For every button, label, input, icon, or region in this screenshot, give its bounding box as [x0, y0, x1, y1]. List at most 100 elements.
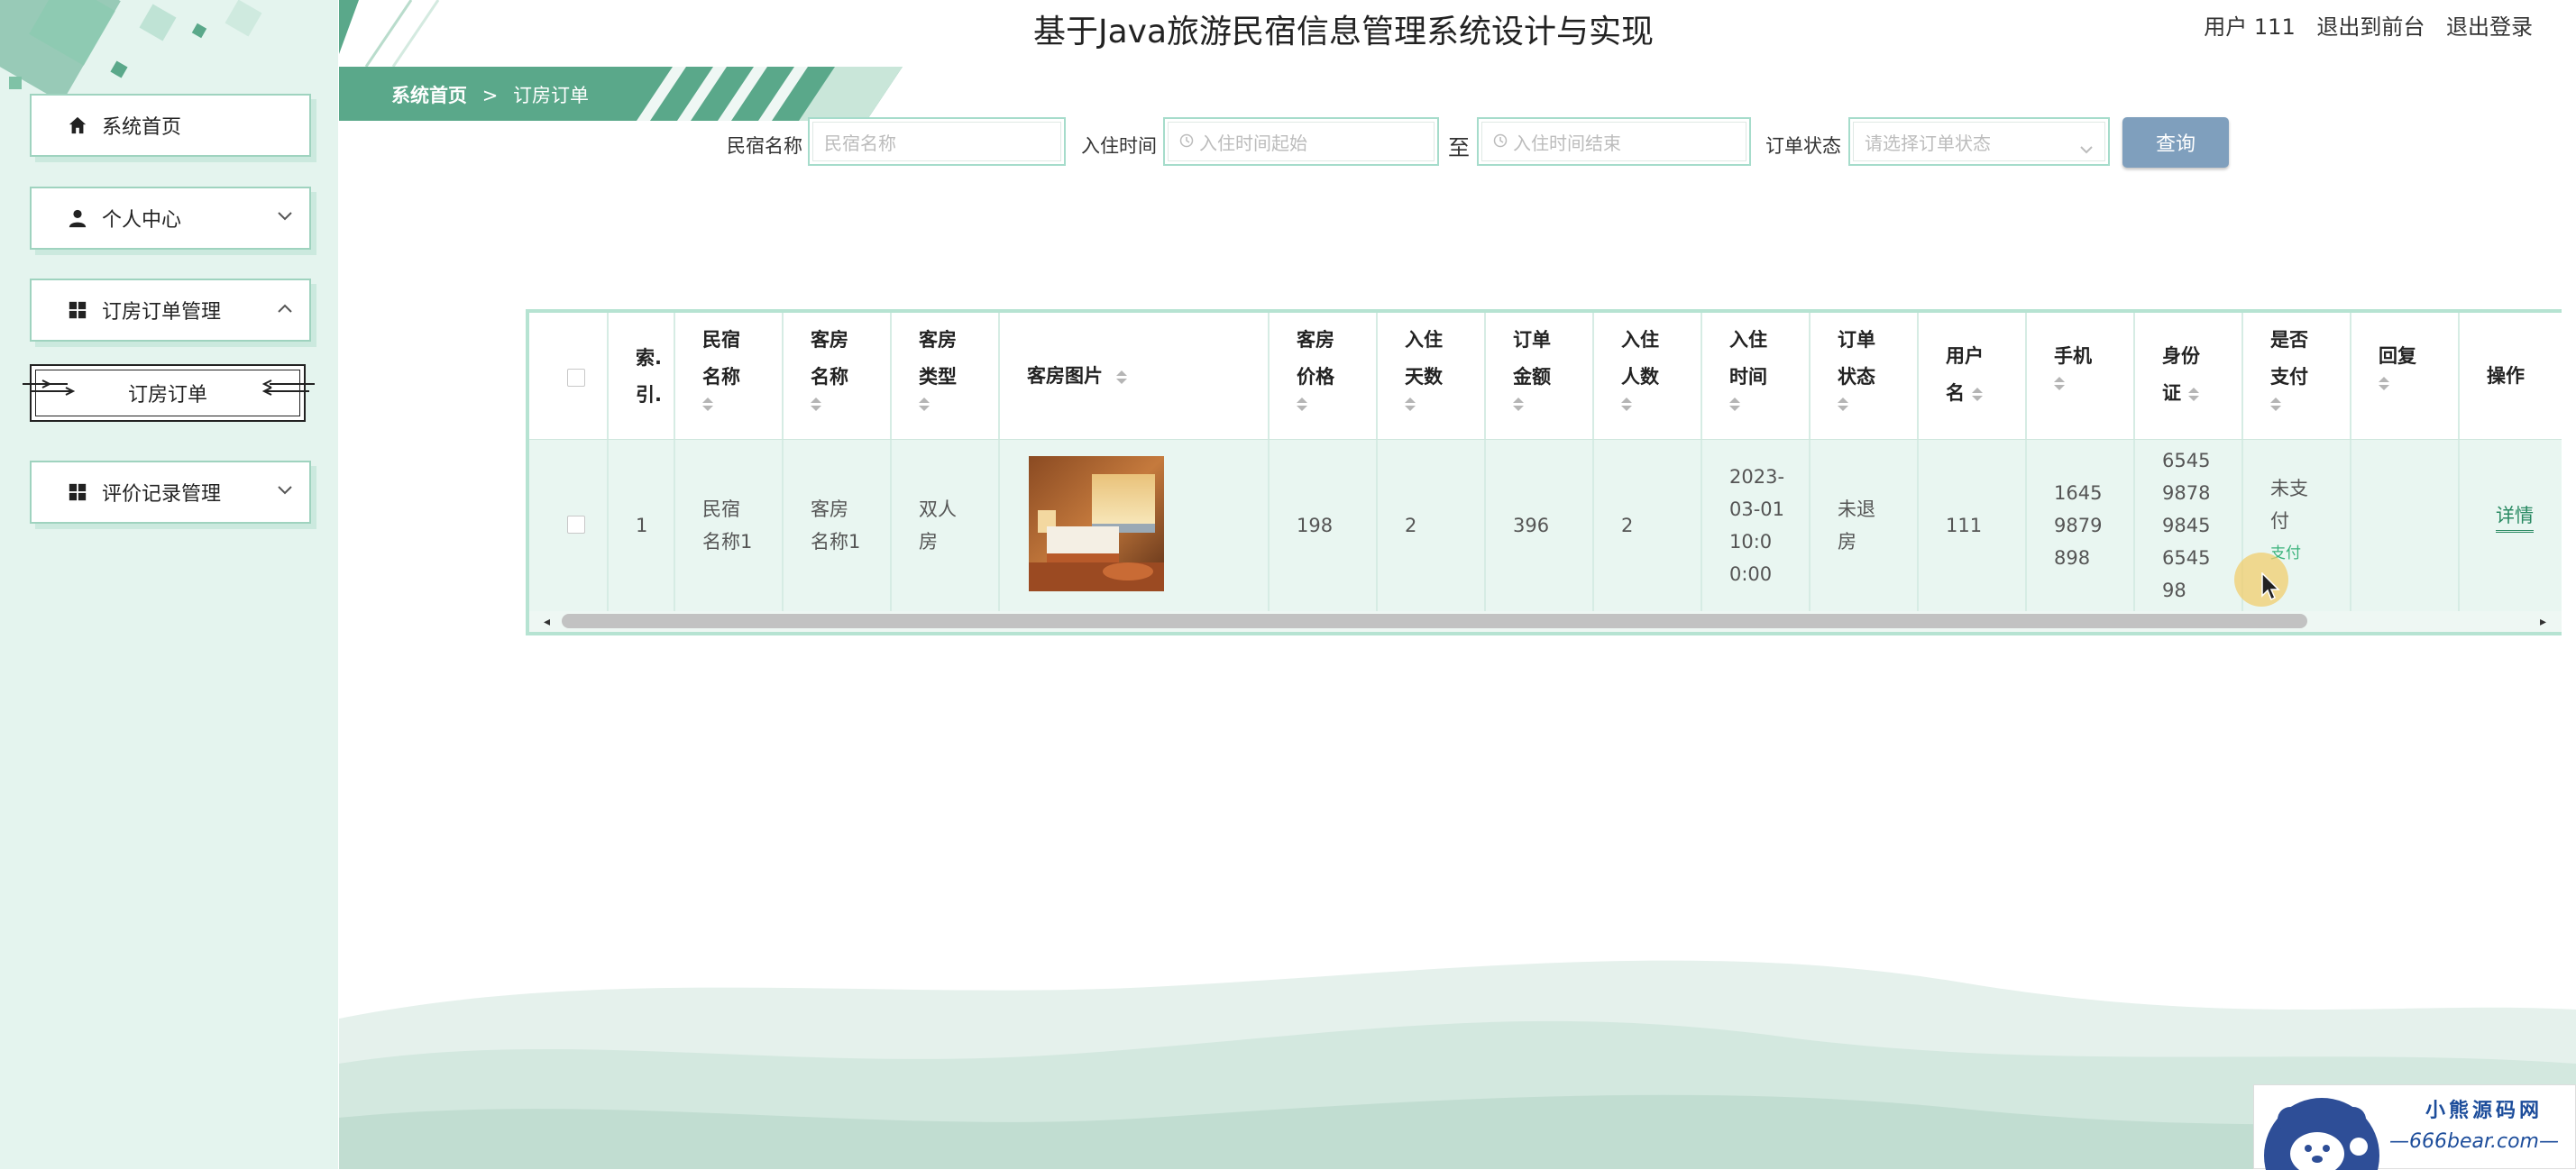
sidebar: 系统首页 个人中心 订房订单管理 订房订单 评价记录管理: [0, 0, 338, 1169]
row-checkbox[interactable]: [567, 516, 585, 534]
clock-icon: [1179, 131, 1194, 152]
header-stripes: [339, 0, 440, 67]
arrow-right-icon: [23, 379, 76, 404]
homestay-name-label: 民宿名称: [727, 135, 802, 157]
sidebar-item-label: 订房订单管理: [102, 301, 222, 324]
header-phone[interactable]: 手机: [2027, 313, 2135, 439]
cell-action: 详情: [2460, 440, 2562, 611]
checkin-start-placeholder: 入住时间起始: [1199, 132, 1307, 154]
header-order-status[interactable]: 订单 状态: [1811, 313, 1919, 439]
logout-link[interactable]: 退出登录: [2446, 14, 2533, 40]
row-checkbox-col: [529, 440, 609, 611]
sort-icon[interactable]: [2188, 388, 2199, 402]
sort-icon[interactable]: [2379, 377, 2389, 391]
homestay-name-input[interactable]: 民宿名称: [808, 117, 1066, 166]
header-persons[interactable]: 入住 人数: [1594, 313, 1702, 439]
select-all-checkbox[interactable]: [567, 369, 585, 387]
cell-room-type: 双人 房: [892, 440, 1000, 611]
chevron-up-icon: [277, 297, 293, 318]
sidebar-decoration: [0, 0, 262, 99]
checkin-end-input[interactable]: 入住时间结束: [1477, 117, 1751, 166]
bear-logo-icon: [2264, 1098, 2379, 1170]
order-status-select[interactable]: 请选择订单状态: [1848, 117, 2110, 166]
checkin-start-input[interactable]: 入住时间起始: [1163, 117, 1439, 166]
header-checkbox-col: [529, 313, 609, 439]
header-index: 索. 引.: [609, 313, 675, 439]
room-photo[interactable]: [1029, 456, 1164, 591]
sidebar-item-booking-management[interactable]: 订房订单管理: [30, 279, 311, 342]
wave-background: [339, 960, 2576, 1169]
header-room-price[interactable]: 客房 价格: [1270, 313, 1378, 439]
header-room-type[interactable]: 客房 类型: [892, 313, 1000, 439]
table-header: 索. 引. 民宿 名称 客房 名称 客房 类型 客房图片 客房 价格 入住 天数…: [529, 313, 2562, 440]
sort-icon[interactable]: [1297, 398, 1307, 412]
sidebar-item-personal-center[interactable]: 个人中心: [30, 187, 311, 250]
sidebar-subitem-label: 订房订单: [127, 384, 207, 407]
chevron-down-icon: [277, 205, 293, 226]
page-title: 基于Java旅游民宿信息管理系统设计与实现: [1032, 14, 1655, 50]
header-homestay-name[interactable]: 民宿 名称: [675, 313, 784, 439]
sort-icon[interactable]: [1972, 388, 1983, 402]
detail-link[interactable]: 详情: [2496, 505, 2534, 533]
checkin-label: 入住时间: [1081, 135, 1157, 157]
cell-room-price: 198: [1270, 440, 1378, 611]
order-status-label: 订单状态: [1765, 135, 1841, 157]
user-icon: [66, 206, 89, 230]
header-room-image[interactable]: 客房图片: [1000, 313, 1270, 439]
sort-icon[interactable]: [811, 398, 821, 412]
sort-icon[interactable]: [702, 398, 713, 412]
chevron-down-icon: [277, 479, 293, 500]
back-to-front-link[interactable]: 退出到前台: [2316, 14, 2425, 40]
grid-icon: [66, 298, 89, 322]
sort-icon[interactable]: [2270, 398, 2281, 412]
sort-icon[interactable]: [919, 398, 930, 412]
cell-id-card: 6545 9878 9845 6545 98: [2135, 440, 2243, 611]
scroll-right-icon[interactable]: ▸: [2540, 611, 2546, 632]
header-checkin-time[interactable]: 入住 时间: [1702, 313, 1811, 439]
header-amount[interactable]: 订单 金额: [1486, 313, 1594, 439]
scroll-left-icon[interactable]: ◂: [544, 611, 550, 632]
sort-icon[interactable]: [1838, 398, 1848, 412]
sort-icon[interactable]: [1405, 398, 1416, 412]
header-action: 操作: [2487, 365, 2525, 387]
arrow-left-icon: [261, 379, 315, 404]
cell-index: 1: [609, 440, 675, 611]
header-id-card[interactable]: 身份 证: [2135, 313, 2243, 439]
cell-phone: 1645 9879 898: [2027, 440, 2135, 611]
clock-icon: [1493, 131, 1508, 152]
header-room-name[interactable]: 客房 名称: [784, 313, 892, 439]
search-form: 民宿名称 民宿名称 入住时间 入住时间起始 至 入住时间结束 订单状态 请选择订…: [0, 117, 2576, 171]
checkin-end-placeholder: 入住时间结束: [1513, 132, 1621, 154]
sort-icon[interactable]: [1621, 398, 1632, 412]
user-links: 用户 111 退出到前台 退出登录: [2189, 9, 2533, 41]
sort-icon[interactable]: [1116, 370, 1128, 385]
cell-reply: [2351, 440, 2460, 611]
to-label: 至: [1448, 135, 1470, 160]
header-paid[interactable]: 是否 支付: [2243, 313, 2351, 439]
cell-checkin-time: 2023- 03-01 10:0 0:00: [1702, 440, 1811, 611]
watermark-logo: 小熊源码网 —666bear.com—: [2253, 1084, 2576, 1170]
breadcrumb-separator: >: [481, 85, 499, 106]
cell-persons: 2: [1594, 440, 1702, 611]
cell-homestay-name: 民宿 名称1: [675, 440, 784, 611]
breadcrumb-home[interactable]: 系统首页: [391, 85, 467, 106]
query-button[interactable]: 查询: [2122, 117, 2229, 168]
sidebar-item-review-management[interactable]: 评价记录管理: [30, 461, 311, 524]
cell-order-status: 未退 房: [1811, 440, 1919, 611]
sort-icon[interactable]: [2054, 377, 2065, 391]
header-days[interactable]: 入住 天数: [1378, 313, 1486, 439]
cell-room-image: [1000, 440, 1270, 611]
header-reply[interactable]: 回复: [2351, 313, 2460, 439]
grid-icon: [66, 480, 89, 504]
breadcrumb-current: 订房订单: [512, 85, 589, 106]
cell-amount: 396: [1486, 440, 1594, 611]
header-username[interactable]: 用户 名: [1919, 313, 2027, 439]
cell-room-name: 客房 名称1: [784, 440, 892, 611]
scroll-thumb[interactable]: [562, 614, 2307, 628]
watermark-url: —666bear.com—: [2389, 1130, 2559, 1153]
user-label: 用户 111: [2204, 14, 2296, 40]
sidebar-subitem-booking-orders[interactable]: 订房订单: [23, 364, 315, 422]
sort-icon[interactable]: [1513, 398, 1524, 412]
horizontal-scrollbar[interactable]: ◂ ▸: [529, 611, 2562, 632]
sort-icon[interactable]: [1729, 398, 1740, 412]
